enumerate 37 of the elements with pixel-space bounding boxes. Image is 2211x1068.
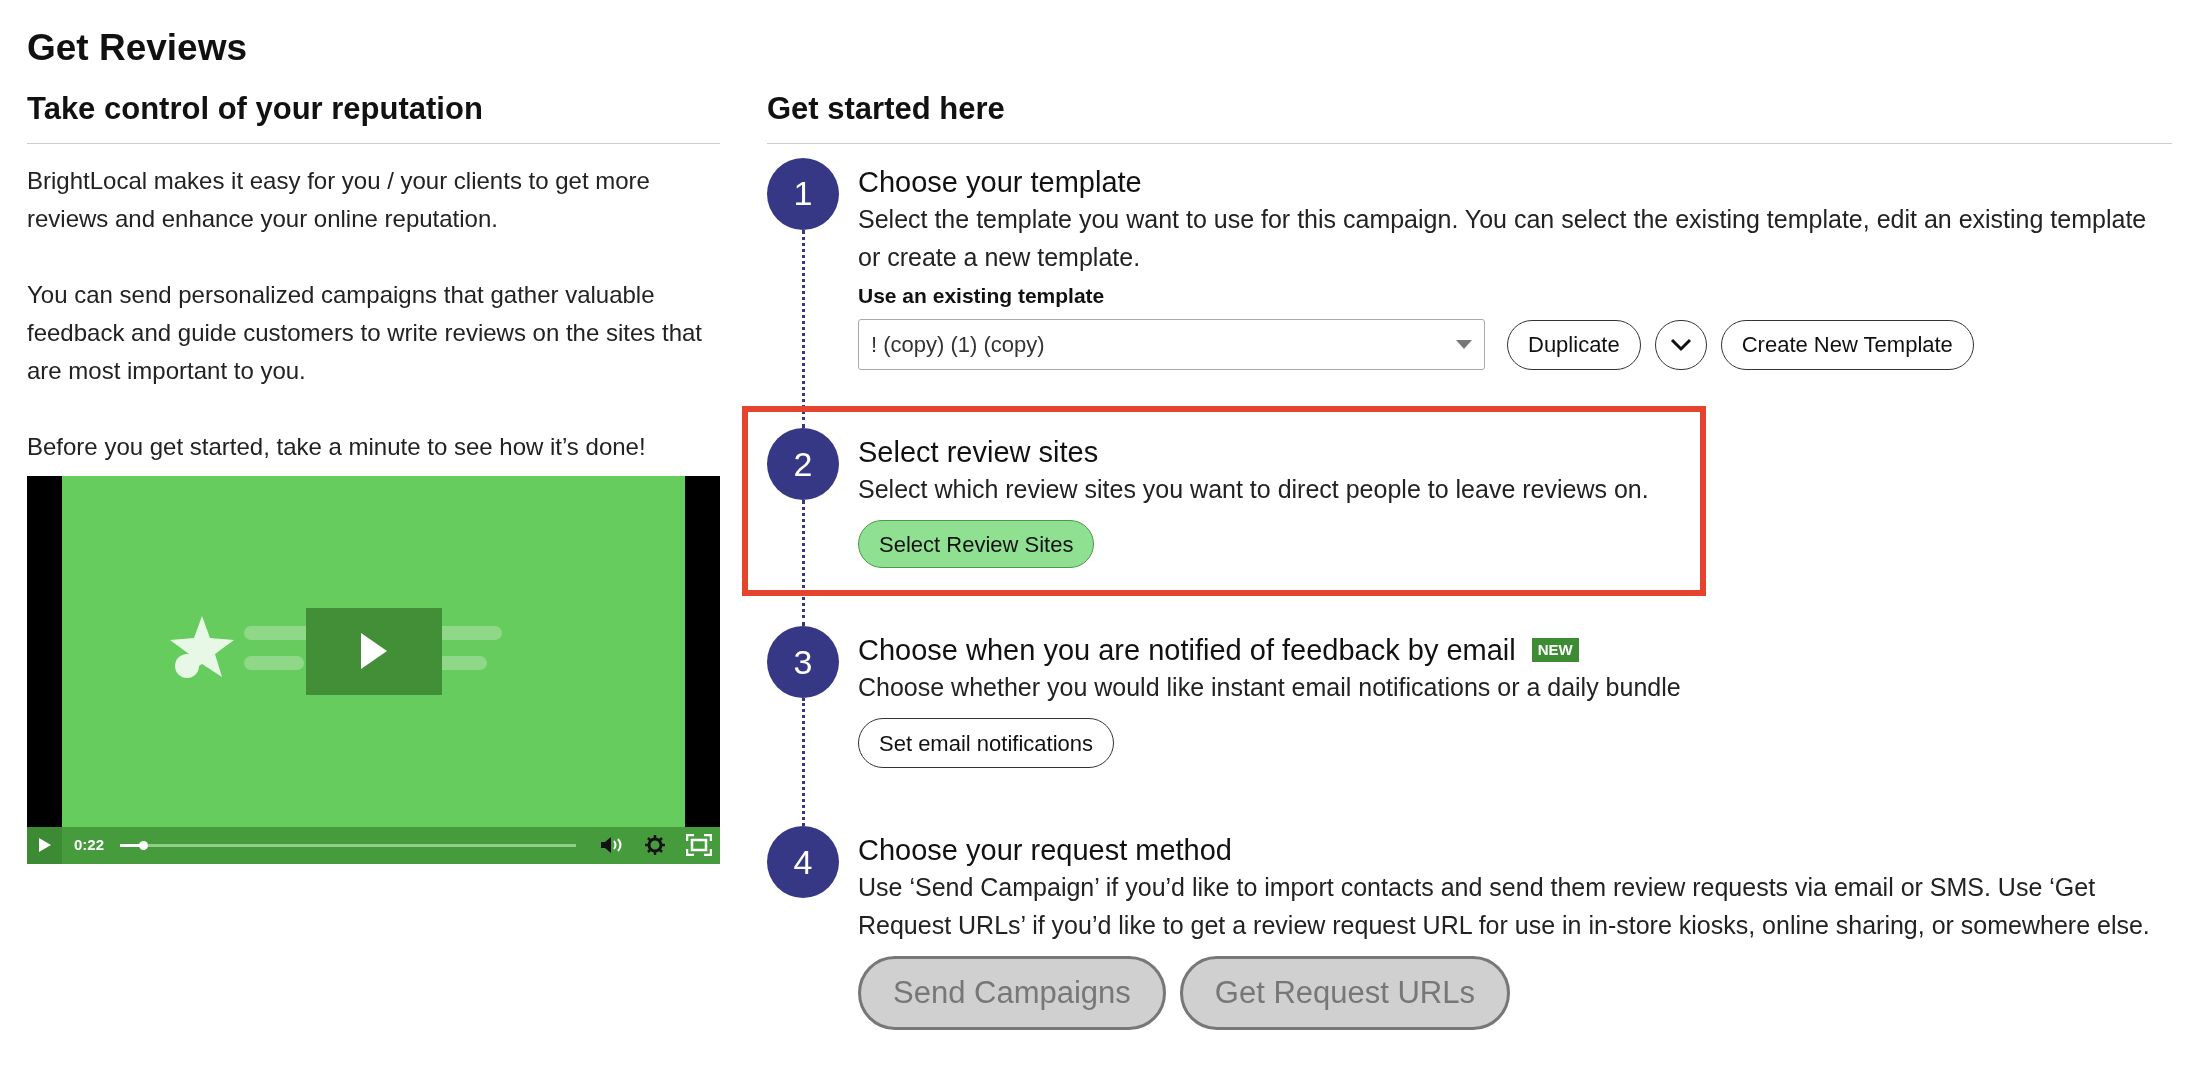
dropdown-arrow-icon <box>1456 340 1472 349</box>
video-play-button[interactable] <box>306 607 442 695</box>
video-progress-thumb <box>138 840 148 850</box>
step-description: Select which review sites you want to direct people to leave reviews on. <box>858 474 1650 505</box>
step-title: Choose when you are notified of feedback by email <box>858 633 1516 668</box>
section-heading: Get started here <box>767 86 2172 144</box>
section-heading: Take control of your reputation <box>27 86 720 144</box>
step-title: Select review sites <box>858 435 1099 470</box>
video-progress-track[interactable] <box>120 843 576 847</box>
select-review-sites-button[interactable]: Select Review Sites <box>858 520 1095 568</box>
step-number: 1 <box>767 157 839 230</box>
fullscreen-icon[interactable] <box>686 834 712 856</box>
outline-button[interactable]: Create New Template <box>1720 319 1974 370</box>
step-description: Use ‘Send Campaign’ if you’d like to import contacts and send them review requests via email or SMS. Use ‘Get Request URLs’ if you’d like to get a review request URL for use in in-store kiosks, online sharing, or somewhere else. <box>858 872 2151 941</box>
play-icon <box>37 837 52 853</box>
step-description: Choose whether you would like instant email notifications or a daily bundle <box>858 672 1682 703</box>
step-number: 3 <box>767 626 839 698</box>
step-title: Choose your request method <box>858 833 1232 868</box>
intro-paragraph: You can send personalized campaigns that gather valuable feedback and guide customers to write reviews on the sites that are most important to you. <box>27 279 704 386</box>
page-title: Get Reviews <box>27 26 249 70</box>
step-number: 2 <box>767 428 839 500</box>
play-pause-button[interactable] <box>27 826 62 864</box>
step-description: Select the template you want to use for this campaign. You can select the existing template, edit an existing template or create a new template. <box>858 203 2148 273</box>
intro-paragraph: BrightLocal makes it easy for you / your clients to get more reviews and enhance your online reputation. <box>27 165 651 234</box>
step-title: Choose your template <box>858 164 1142 200</box>
step-number: 4 <box>767 826 839 898</box>
outline-button[interactable]: Set email notifications <box>858 718 1114 768</box>
settings-icon[interactable] <box>644 834 666 856</box>
volume-icon[interactable] <box>600 836 624 854</box>
outline-button[interactable]: Duplicate <box>1507 319 1641 370</box>
play-icon <box>359 631 389 671</box>
intro-paragraph: Before you get started, take a minute to see how it’s done! <box>27 431 647 462</box>
new-badge: NEW <box>1531 637 1579 663</box>
field-label: Use an existing template <box>858 282 1106 309</box>
video-time: 0:22 <box>74 834 105 855</box>
template-dropdown[interactable]: ! (copy) (1) (copy) <box>858 319 1485 370</box>
chevron-down-icon <box>1669 337 1692 352</box>
